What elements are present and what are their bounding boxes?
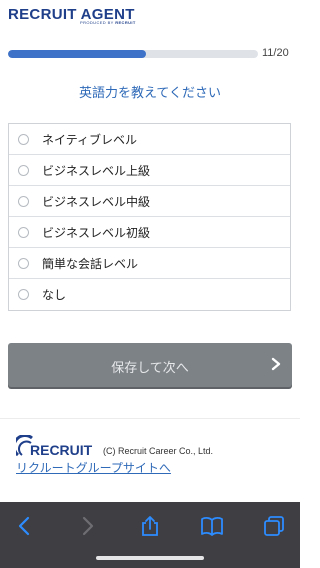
recruit-logo-icon[interactable]: RECRUIT [16, 435, 98, 459]
option-native[interactable]: ネイティブレベル [9, 124, 290, 155]
radio-button[interactable] [18, 133, 29, 145]
progress-bar [8, 50, 258, 58]
option-label: 簡単な会話レベル [42, 256, 139, 271]
answer-options-list: ネイティブレベル ビジネスレベル上級 ビジネスレベル中級 ビジネスレベル初級 簡… [8, 123, 291, 311]
recruit-group-link[interactable]: リクルートグループサイトへ [16, 459, 171, 476]
chevron-right-icon [271, 357, 281, 371]
produced-by-label: PRODUCED BY RECRUIT [80, 20, 136, 25]
save-and-next-label: 保存して次へ [111, 361, 189, 376]
radio-button[interactable] [18, 195, 29, 207]
share-icon[interactable] [139, 515, 161, 537]
footer-divider [0, 418, 300, 419]
forward-icon[interactable] [76, 515, 98, 537]
option-label: ビジネスレベル初級 [42, 225, 151, 240]
home-indicator [96, 556, 204, 560]
radio-button[interactable] [18, 289, 29, 300]
option-label: なし [42, 288, 67, 302]
site-header: RECRUIT AGENT PRODUCED BY RECRUIT [0, 0, 300, 30]
radio-button[interactable] [18, 226, 29, 238]
question-title: 英語力を教えてください [79, 86, 221, 101]
option-business-advanced[interactable]: ビジネスレベル上級 [9, 155, 290, 186]
radio-button[interactable] [18, 164, 29, 176]
progress-bar-fill [8, 50, 146, 58]
option-label: ネイティブレベル [42, 132, 138, 147]
save-and-next-button[interactable]: 保存して次へ [8, 343, 292, 387]
radio-button[interactable] [18, 257, 29, 269]
tabs-icon[interactable] [263, 515, 285, 537]
option-business-intermediate[interactable]: ビジネスレベル中級 [9, 186, 290, 217]
progress-counter: 11/20 [262, 47, 289, 59]
copyright-text: (C) Recruit Career Co., Ltd. [103, 446, 214, 456]
option-business-beginner[interactable]: ビジネスレベル初級 [9, 217, 290, 248]
back-icon[interactable] [14, 515, 36, 537]
produced-by-prefix: PRODUCED BY [80, 20, 114, 25]
option-label: ビジネスレベル中級 [42, 194, 151, 209]
option-simple-conversation[interactable]: 簡単な会話レベル [9, 248, 290, 279]
option-none[interactable]: なし [9, 279, 290, 310]
produced-by-brand: RECRUIT [115, 20, 136, 25]
bookmarks-icon[interactable] [201, 515, 223, 537]
option-label: ビジネスレベル上級 [42, 163, 151, 178]
footer-logo-text: RECRUIT [30, 442, 93, 458]
